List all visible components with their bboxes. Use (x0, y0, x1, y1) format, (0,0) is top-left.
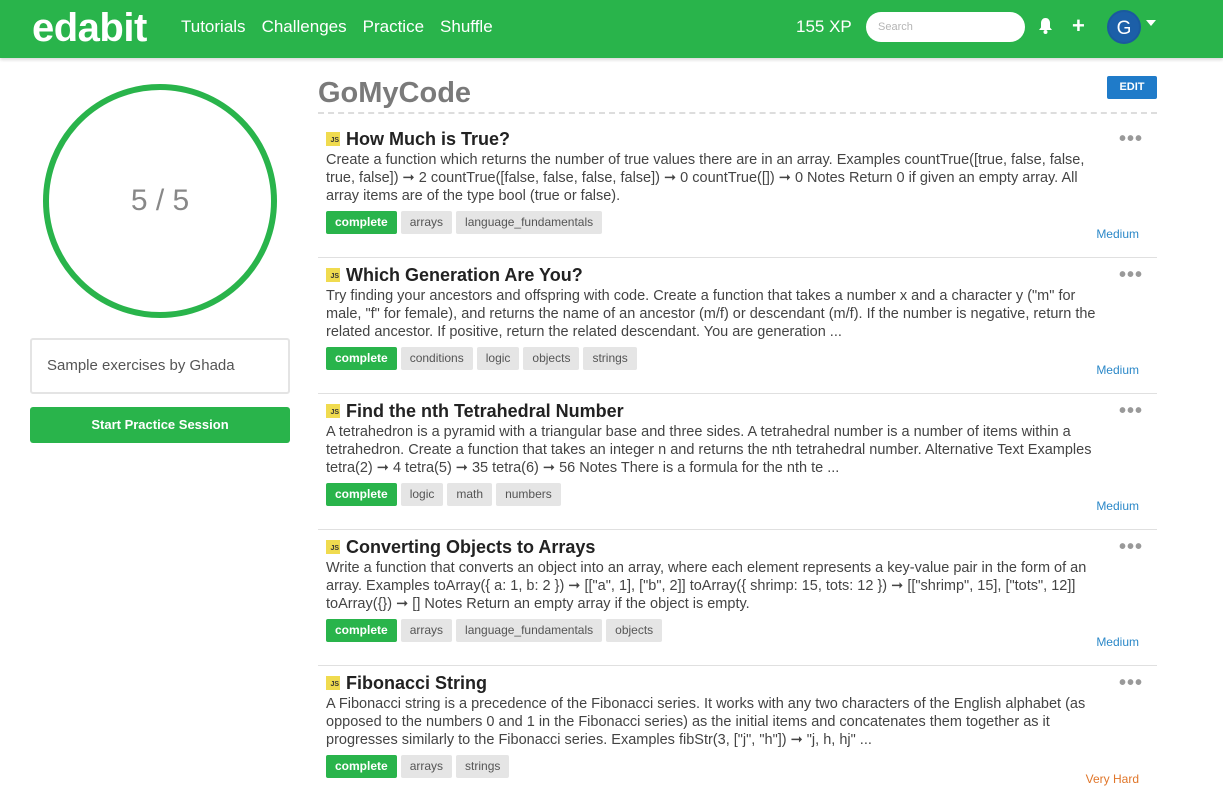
difficulty-label: Very Hard (1085, 772, 1139, 786)
javascript-icon: JS (326, 132, 340, 146)
main-nav: Tutorials Challenges Practice Shuffle (181, 17, 493, 37)
page-title: GoMyCode (318, 77, 472, 109)
javascript-icon: JS (326, 676, 340, 690)
javascript-icon: JS (326, 404, 340, 418)
tag-list: complete conditions logic objects string… (326, 347, 1149, 370)
challenge-description: A tetrahedron is a pyramid with a triang… (326, 424, 1092, 476)
tag-list: complete arrays strings (326, 755, 1149, 778)
challenge-title[interactable]: Which Generation Are You? (346, 265, 583, 286)
plus-icon[interactable]: + (1072, 15, 1085, 37)
nav-link-challenges[interactable]: Challenges (262, 17, 347, 37)
tag[interactable]: strings (456, 755, 510, 778)
challenge-list: JS How Much is True? Create a function w… (318, 122, 1157, 799)
tag[interactable]: strings (583, 347, 637, 370)
top-nav-bar: edabit Tutorials Challenges Practice Shu… (0, 0, 1223, 58)
tag[interactable]: language_fundamentals (456, 211, 603, 234)
difficulty-label: Medium (1096, 499, 1139, 513)
edabit-logo[interactable]: edabit (32, 6, 147, 51)
challenge-header: JS Converting Objects to Arrays (326, 536, 1149, 558)
more-options-icon[interactable]: ••• (1119, 128, 1143, 151)
javascript-icon: JS (326, 540, 340, 554)
challenge-title[interactable]: Converting Objects to Arrays (346, 537, 595, 558)
tag[interactable]: arrays (400, 619, 453, 642)
challenge-card[interactable]: JS Find the nth Tetrahedral Number A tet… (318, 394, 1157, 530)
tag[interactable]: conditions (400, 347, 473, 370)
challenge-card[interactable]: JS Fibonacci String A Fibonacci string i… (318, 666, 1157, 799)
challenge-header: JS Which Generation Are You? (326, 264, 1149, 286)
challenge-header: JS Find the nth Tetrahedral Number (326, 400, 1149, 422)
nav-link-shuffle[interactable]: Shuffle (440, 17, 493, 37)
tag[interactable]: arrays (400, 755, 453, 778)
challenge-card[interactable]: JS Which Generation Are You? Try finding… (318, 258, 1157, 394)
progress-ring: 5 / 5 (43, 84, 277, 318)
tag-complete[interactable]: complete (326, 619, 397, 642)
tag[interactable]: numbers (496, 483, 561, 506)
tag-list: complete logic math numbers (326, 483, 1149, 506)
difficulty-label: Medium (1096, 635, 1139, 649)
tag-list: complete arrays language_fundamentals (326, 211, 1149, 234)
tag-list: complete arrays language_fundamentals ob… (326, 619, 1149, 642)
search-input[interactable] (866, 12, 1025, 42)
tag[interactable]: language_fundamentals (456, 619, 603, 642)
tag-complete[interactable]: complete (326, 347, 397, 370)
challenge-description: Write a function that converts an object… (326, 560, 1087, 612)
challenge-title[interactable]: How Much is True? (346, 129, 510, 150)
bell-icon[interactable] (1038, 17, 1053, 40)
title-divider (318, 112, 1157, 114)
nav-link-practice[interactable]: Practice (363, 17, 424, 37)
more-options-icon[interactable]: ••• (1119, 264, 1143, 287)
tag[interactable]: objects (523, 347, 580, 370)
more-options-icon[interactable]: ••• (1119, 536, 1143, 559)
challenge-card[interactable]: JS Converting Objects to Arrays Write a … (318, 530, 1157, 666)
javascript-icon: JS (326, 268, 340, 282)
tag-complete[interactable]: complete (326, 755, 397, 778)
avatar[interactable]: G (1107, 10, 1141, 44)
progress-text: 5 / 5 (130, 184, 190, 217)
challenge-header: JS Fibonacci String (326, 672, 1149, 694)
tag-complete[interactable]: complete (326, 211, 397, 234)
collection-description: Sample exercises by Ghada (30, 338, 290, 394)
chevron-down-icon[interactable] (1146, 20, 1156, 26)
challenge-title[interactable]: Fibonacci String (346, 673, 487, 694)
challenge-card[interactable]: JS How Much is True? Create a function w… (318, 122, 1157, 258)
xp-counter[interactable]: 155 XP (796, 17, 852, 37)
tag[interactable]: arrays (400, 211, 453, 234)
difficulty-label: Medium (1096, 227, 1139, 241)
challenge-description: A Fibonacci string is a precedence of th… (326, 696, 1086, 748)
nav-link-tutorials[interactable]: Tutorials (181, 17, 246, 37)
start-practice-button[interactable]: Start Practice Session (30, 407, 290, 443)
tag[interactable]: objects (606, 619, 663, 642)
challenge-title[interactable]: Find the nth Tetrahedral Number (346, 401, 624, 422)
tag-complete[interactable]: complete (326, 483, 397, 506)
challenge-header: JS How Much is True? (326, 128, 1149, 150)
difficulty-label: Medium (1096, 363, 1139, 377)
tag[interactable]: logic (476, 347, 520, 370)
edit-button[interactable]: EDIT (1107, 76, 1157, 99)
tag[interactable]: logic (400, 483, 444, 506)
more-options-icon[interactable]: ••• (1119, 400, 1143, 423)
challenge-description: Try finding your ancestors and offspring… (326, 288, 1096, 340)
challenge-description: Create a function which returns the numb… (326, 152, 1085, 204)
more-options-icon[interactable]: ••• (1119, 672, 1143, 695)
tag[interactable]: math (447, 483, 493, 506)
